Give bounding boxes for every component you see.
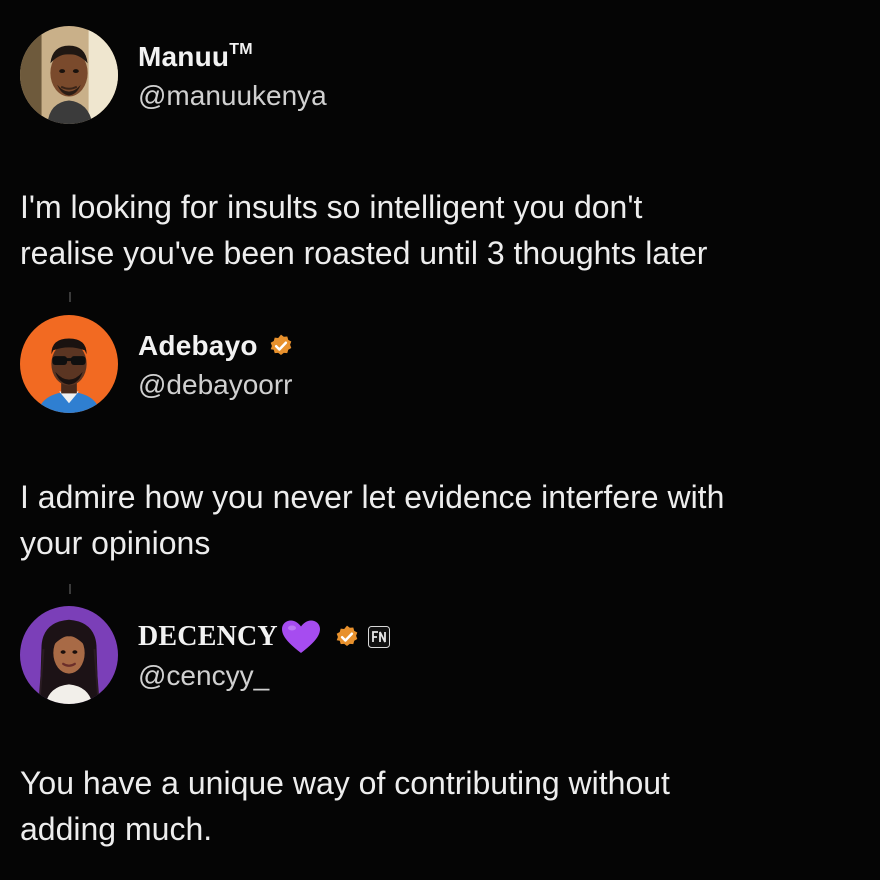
display-name[interactable]: DECENCY [138,621,278,653]
trademark-suffix: TM [229,41,253,58]
display-name-text: Manuu [138,41,230,72]
man-illustration-avatar-icon [20,26,118,124]
tweet-text-line: realise you've been roasted until 3 thou… [20,235,708,271]
tweet-text: You have a unique way of contributing wi… [20,760,860,852]
verified-badge-icon [334,624,360,650]
user-identity: Adebayo @debayoorr [138,327,294,401]
user-handle[interactable]: @debayoorr [138,369,294,401]
verified-badge-icon [268,333,294,359]
tweet-text-line: I'm looking for insults so intelligent y… [20,189,643,225]
tweet-text: I'm looking for insults so intelligent y… [20,184,860,276]
tweet-text-line: I admire how you never let evidence inte… [20,479,725,515]
tweet-header: Adebayo @debayoorr [20,315,294,413]
user-handle[interactable]: @cencyy_ [138,660,390,692]
thread-connector [69,292,71,302]
avatar[interactable] [20,606,118,704]
display-name[interactable]: Adebayo [138,330,258,362]
tweet-header: ManuuTM @manuukenya [20,26,327,124]
user-handle[interactable]: @manuukenya [138,80,327,112]
fn-badge-icon [367,626,390,648]
display-name[interactable]: ManuuTM [138,41,253,73]
tweet-text-line: adding much. [20,811,213,847]
thread-connector [69,584,71,594]
man-sunglasses-orange-avatar-icon [20,315,118,413]
avatar[interactable] [20,26,118,124]
purple-heart-icon [280,619,322,655]
tweet-header: DECENCY @cencyy_ [20,606,390,704]
tweet-text-line: You have a unique way of contributing wi… [20,765,670,801]
tweet-text: I admire how you never let evidence inte… [20,474,860,566]
tweet-text-line: your opinions [20,525,211,561]
woman-braids-purple-avatar-icon [20,606,118,704]
user-identity: DECENCY @cencyy_ [138,618,390,692]
user-identity: ManuuTM @manuukenya [138,38,327,112]
avatar[interactable] [20,315,118,413]
